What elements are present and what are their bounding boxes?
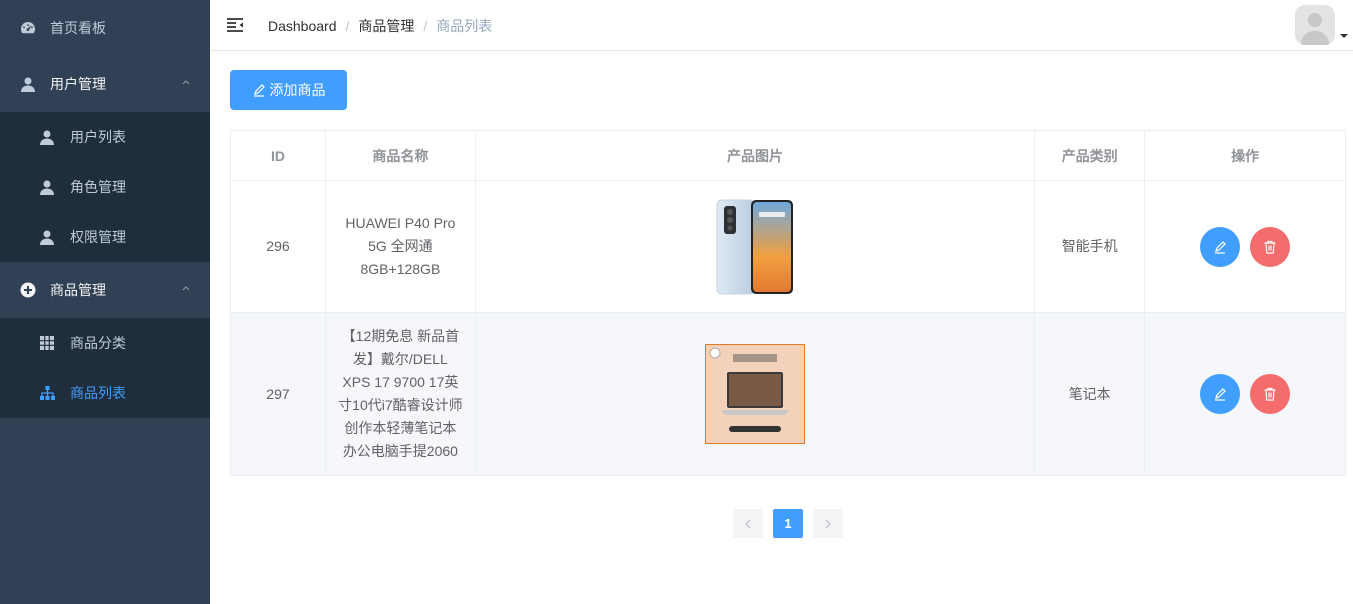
user-icon (20, 76, 36, 92)
grid-icon (39, 335, 55, 351)
avatar-placeholder-icon (1301, 13, 1329, 45)
chevron-left-icon (745, 519, 751, 528)
sidebar-item-product-list[interactable]: 商品列表 (0, 368, 210, 418)
edit-button[interactable] (1200, 226, 1241, 267)
breadcrumb-separator: / (423, 18, 428, 34)
sidebar-item-label: 商品管理 (50, 282, 106, 298)
user-avatar-dropdown[interactable] (1295, 5, 1348, 45)
table-row: 296 HUAWEI P40 Pro 5G 全网通 8GB+128GB 智能手机 (230, 180, 1346, 313)
breadcrumb-product-list: 商品列表 (436, 18, 493, 34)
next-page-button[interactable] (813, 509, 843, 538)
product-table: ID 商品名称 产品图片 产品类别 操作 296 HUAWEI P40 Pro … (230, 130, 1346, 476)
column-header-actions: 操作 (1144, 130, 1346, 181)
table-header-row: ID 商品名称 产品图片 产品类别 操作 (230, 130, 1346, 181)
avatar (1295, 5, 1335, 45)
sidebar-item-label: 商品分类 (70, 335, 126, 351)
dashboard-icon (20, 20, 36, 36)
user-icon (39, 179, 55, 195)
sidebar-item-dashboard[interactable]: 首页看板 (0, 0, 210, 56)
edit-icon (1215, 240, 1226, 254)
sidebar-item-role-management[interactable]: 角色管理 (0, 162, 210, 212)
breadcrumb-product-management: 商品管理 (358, 18, 415, 34)
sidebar-item-permission-management[interactable]: 权限管理 (0, 212, 210, 262)
plus-circle-icon (20, 282, 36, 298)
chevron-up-icon (182, 80, 190, 85)
sidebar-item-label: 用户管理 (50, 76, 106, 92)
table-row: 297 【12期免息 新品首发】戴尔/DELL XPS 17 9700 17英寸… (230, 312, 1346, 476)
column-header-image: 产品图片 (474, 130, 1036, 181)
cell-category: 笔记本 (1034, 312, 1146, 476)
delete-button[interactable] (1250, 374, 1291, 414)
add-product-button[interactable]: 添加商品 (230, 70, 347, 110)
delete-button[interactable] (1250, 226, 1291, 267)
chevron-up-icon (182, 286, 190, 291)
trash-icon (1264, 240, 1276, 254)
cell-name: 【12期免息 新品首发】戴尔/DELL XPS 17 9700 17英寸10代i… (324, 312, 476, 476)
edit-icon (1215, 388, 1226, 401)
sidebar-item-user-management[interactable]: 用户管理 (0, 56, 210, 112)
add-product-label: 添加商品 (269, 82, 326, 98)
breadcrumb-dashboard[interactable]: Dashboard (268, 18, 337, 34)
column-header-name: 商品名称 (324, 130, 476, 181)
sidebar-item-label: 商品列表 (70, 385, 126, 401)
page-number-button[interactable]: 1 (773, 509, 803, 538)
user-icon (39, 229, 55, 245)
prev-page-button[interactable] (733, 509, 763, 538)
sitemap-icon (39, 385, 55, 401)
column-header-id: ID (230, 130, 326, 181)
sidebar-item-label: 用户列表 (70, 129, 126, 145)
laptop-image (705, 344, 806, 444)
sidebar-item-label: 角色管理 (70, 179, 126, 195)
user-icon (39, 129, 55, 145)
sidebar-item-product-management[interactable]: 商品管理 (0, 262, 210, 318)
cell-id: 297 (230, 312, 326, 476)
chevron-right-icon (825, 519, 831, 528)
sidebar-item-label: 首页看板 (50, 20, 106, 36)
navbar: Dashboard / 商品管理 / 商品列表 (210, 0, 1353, 51)
cell-image (474, 312, 1036, 476)
cell-actions (1144, 312, 1346, 476)
trash-icon (1264, 387, 1276, 401)
cell-id: 296 (230, 180, 326, 313)
edit-button[interactable] (1200, 374, 1241, 414)
cell-name: HUAWEI P40 Pro 5G 全网通 8GB+128GB (324, 180, 476, 313)
sidebar-item-label: 权限管理 (70, 229, 126, 245)
sidebar-item-user-list[interactable]: 用户列表 (0, 112, 210, 162)
sidebar-item-product-category[interactable]: 商品分类 (0, 318, 210, 368)
edit-icon (253, 84, 265, 97)
cell-actions (1144, 180, 1346, 313)
cell-image (474, 180, 1036, 313)
phone-image (716, 199, 794, 294)
sidebar: 首页看板 用户管理 用户列表 角色管理 权限管理 商品管理 商品分类 商品列表 (0, 0, 210, 604)
caret-down-icon (1340, 34, 1348, 38)
breadcrumb-separator: / (345, 18, 350, 34)
menu-fold-icon[interactable] (226, 16, 244, 34)
column-header-category: 产品类别 (1034, 130, 1146, 181)
breadcrumb: Dashboard / 商品管理 / 商品列表 (268, 16, 492, 36)
pagination: 1 (733, 509, 843, 538)
cell-category: 智能手机 (1034, 180, 1146, 313)
